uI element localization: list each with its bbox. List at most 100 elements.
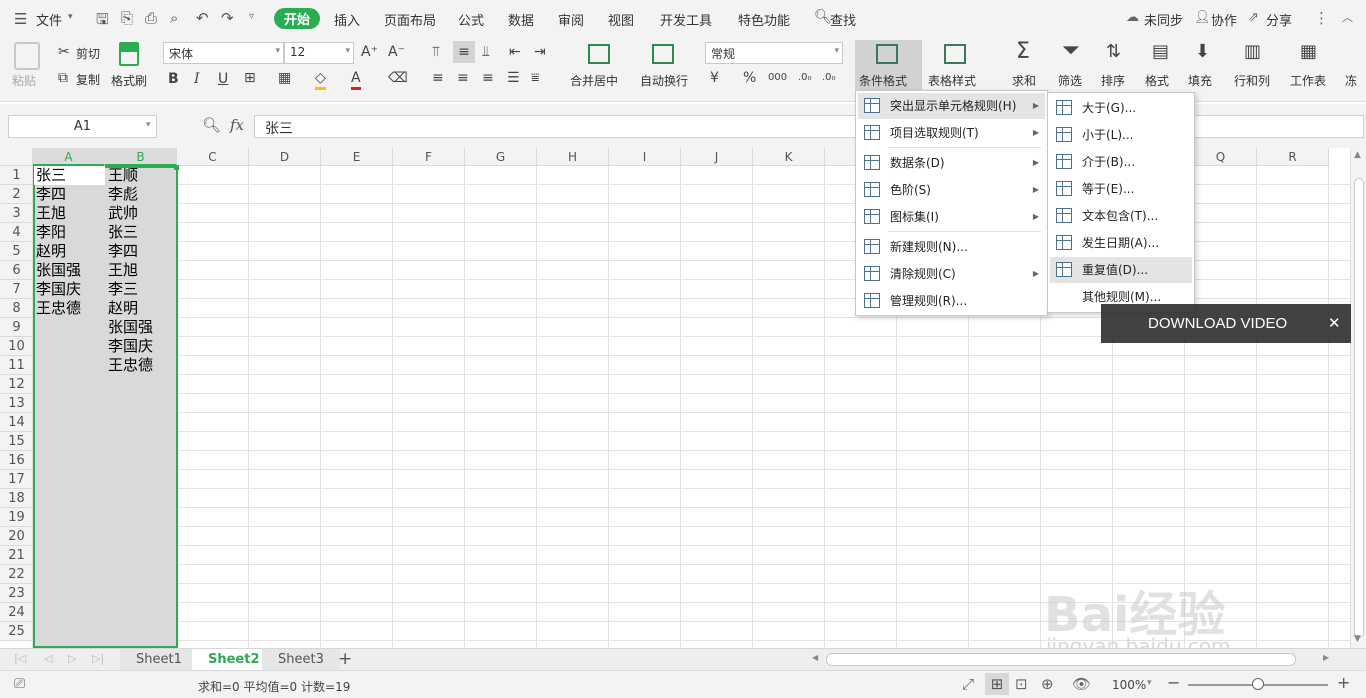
row-header[interactable]: 14 bbox=[0, 413, 33, 432]
row-header[interactable]: 17 bbox=[0, 470, 33, 489]
highlight-rule-item-1[interactable]: 大于(G)... bbox=[1050, 95, 1192, 121]
copy-icon[interactable]: ⧉ bbox=[58, 69, 68, 87]
fill-button[interactable]: 填充 bbox=[1188, 72, 1212, 89]
currency-icon[interactable]: ¥ bbox=[710, 69, 719, 87]
indent-increase-icon[interactable]: ⇥ bbox=[534, 43, 546, 61]
sum-button[interactable]: 求和 bbox=[1012, 72, 1036, 89]
tab-developer[interactable]: 开发工具 bbox=[660, 10, 712, 29]
highlight-rule-item-5[interactable]: 文本包含(T)... bbox=[1050, 203, 1192, 229]
column-header[interactable]: J bbox=[681, 148, 753, 166]
first-sheet-icon[interactable]: |◁ bbox=[14, 652, 26, 665]
tab-page-layout[interactable]: 页面布局 bbox=[384, 10, 436, 29]
fill-handle[interactable] bbox=[174, 165, 179, 170]
align-center-icon[interactable]: ≡ bbox=[457, 69, 469, 87]
column-header[interactable]: R bbox=[1257, 148, 1329, 166]
column-header[interactable]: E bbox=[321, 148, 393, 166]
align-left-icon[interactable]: ≡ bbox=[432, 69, 444, 87]
wrap-text-button[interactable]: 自动换行 bbox=[640, 72, 688, 89]
tab-special-features[interactable]: 特色功能 bbox=[738, 10, 790, 29]
collab-icon[interactable]: 👤︎ bbox=[1194, 10, 1211, 25]
print-icon[interactable]: ⎙ bbox=[145, 9, 157, 27]
row-header[interactable]: 1 bbox=[0, 166, 33, 185]
row-header[interactable]: 18 bbox=[0, 489, 33, 508]
column-header[interactable]: G bbox=[465, 148, 537, 166]
column-header[interactable]: D bbox=[249, 148, 321, 166]
row-header[interactable]: 13 bbox=[0, 394, 33, 413]
row-col-button[interactable]: 行和列 bbox=[1234, 72, 1270, 89]
row-header[interactable]: 22 bbox=[0, 565, 33, 584]
zoom-chevron-icon[interactable]: ▾ bbox=[1147, 678, 1152, 688]
cloud-sync-icon[interactable]: ☁ bbox=[1126, 10, 1139, 25]
save-icon[interactable]: 🖫 bbox=[96, 9, 109, 34]
tab-formulas[interactable]: 公式 bbox=[458, 10, 484, 29]
cond-format-button[interactable]: 条件格式 bbox=[859, 72, 907, 89]
cell-b8[interactable]: 赵明 bbox=[108, 299, 138, 318]
zoom-level[interactable]: 100% bbox=[1112, 678, 1146, 692]
zoom-out-icon[interactable]: − bbox=[1167, 673, 1180, 692]
justify-icon[interactable]: ☰ bbox=[507, 69, 520, 87]
page-layout-view-icon[interactable]: ⊕ bbox=[1041, 675, 1054, 693]
last-sheet-icon[interactable]: ▷| bbox=[92, 652, 104, 665]
cell-a3[interactable]: 王旭 bbox=[36, 204, 66, 223]
merge-center-button[interactable]: 合并居中 bbox=[570, 72, 618, 89]
highlight-rule-item-3[interactable]: 介于(B)... bbox=[1050, 149, 1192, 175]
column-header[interactable]: Q bbox=[1185, 148, 1257, 166]
quick-access-chevron-icon[interactable]: ▿ bbox=[249, 11, 254, 22]
cond-menu-item-1[interactable]: 突出显示单元格规则(H) ▶ bbox=[858, 93, 1045, 119]
cell-a1[interactable]: 张三 bbox=[36, 166, 66, 185]
cell-a8[interactable]: 王忠德 bbox=[36, 299, 81, 318]
page-break-view-icon[interactable]: ⊡ bbox=[1015, 675, 1028, 693]
cell-b5[interactable]: 李四 bbox=[108, 242, 138, 261]
search-label[interactable]: 查找 bbox=[830, 10, 856, 29]
highlight-rule-item-2[interactable]: 小于(L)... bbox=[1050, 122, 1192, 148]
column-header[interactable]: K bbox=[753, 148, 825, 166]
row-header[interactable]: 7 bbox=[0, 280, 33, 299]
filter-icon[interactable]: ⏷ bbox=[1062, 40, 1080, 62]
increase-font-icon[interactable]: A⁺ bbox=[361, 43, 378, 61]
format-icon[interactable]: ▤ bbox=[1152, 43, 1169, 61]
fill-color-icon[interactable]: ◇ bbox=[315, 69, 326, 90]
worksheet-icon[interactable]: ▦ bbox=[1300, 43, 1317, 61]
close-icon[interactable]: ✕ bbox=[1328, 314, 1341, 332]
format-button[interactable]: 格式 bbox=[1145, 72, 1169, 89]
row-header[interactable]: 9 bbox=[0, 318, 33, 337]
row-header[interactable]: 11 bbox=[0, 356, 33, 375]
column-header[interactable]: I bbox=[609, 148, 681, 166]
cell-b11[interactable]: 王忠德 bbox=[108, 356, 153, 375]
row-header[interactable]: 6 bbox=[0, 261, 33, 280]
sheet-tab-3[interactable]: Sheet3 bbox=[262, 649, 340, 671]
format-painter-icon[interactable] bbox=[119, 42, 139, 66]
filter-button[interactable]: 筛选 bbox=[1058, 72, 1082, 89]
cond-format-icon[interactable] bbox=[876, 44, 898, 64]
scroll-up-icon[interactable]: ▲ bbox=[1354, 150, 1361, 160]
cell-a6[interactable]: 张国强 bbox=[36, 261, 81, 280]
row-header[interactable]: 16 bbox=[0, 451, 33, 470]
hamburger-icon[interactable]: ☰ bbox=[14, 10, 27, 28]
column-header[interactable]: C bbox=[177, 148, 249, 166]
share-icon[interactable]: ⇗ bbox=[1248, 10, 1259, 25]
align-middle-icon[interactable]: ≡ bbox=[453, 41, 475, 63]
cond-menu-item-8[interactable]: 管理规则(R)... bbox=[858, 288, 1045, 314]
thousands-icon[interactable]: 000 bbox=[768, 69, 787, 87]
cut-button[interactable]: 剪切 bbox=[76, 45, 100, 62]
row-header[interactable]: 25 bbox=[0, 622, 33, 641]
percent-icon[interactable]: % bbox=[743, 69, 756, 87]
row-header[interactable]: 20 bbox=[0, 527, 33, 546]
name-box-chevron-icon[interactable]: ▾ bbox=[146, 120, 151, 130]
row-header[interactable]: 5 bbox=[0, 242, 33, 261]
cell-b10[interactable]: 李国庆 bbox=[108, 337, 153, 356]
number-format-select[interactable]: 常规 bbox=[705, 42, 843, 64]
fill-icon[interactable]: ⬇ bbox=[1195, 43, 1210, 61]
file-menu[interactable]: 文件 bbox=[36, 10, 62, 29]
row-header[interactable]: 24 bbox=[0, 603, 33, 622]
fx-label[interactable]: fx bbox=[230, 116, 244, 134]
copy-button[interactable]: 复制 bbox=[76, 71, 100, 88]
paste-icon[interactable] bbox=[14, 42, 40, 70]
cell-a7[interactable]: 李国庆 bbox=[36, 280, 81, 299]
zoom-formula-icon[interactable]: 🔍︎ bbox=[202, 116, 221, 134]
formula-input[interactable]: 张三 bbox=[254, 115, 1364, 138]
scissors-icon[interactable]: ✂ bbox=[58, 43, 70, 61]
highlight-rule-item-6[interactable]: 发生日期(A)... bbox=[1050, 230, 1192, 256]
cell-b6[interactable]: 王旭 bbox=[108, 261, 138, 280]
tab-view[interactable]: 视图 bbox=[608, 10, 634, 29]
